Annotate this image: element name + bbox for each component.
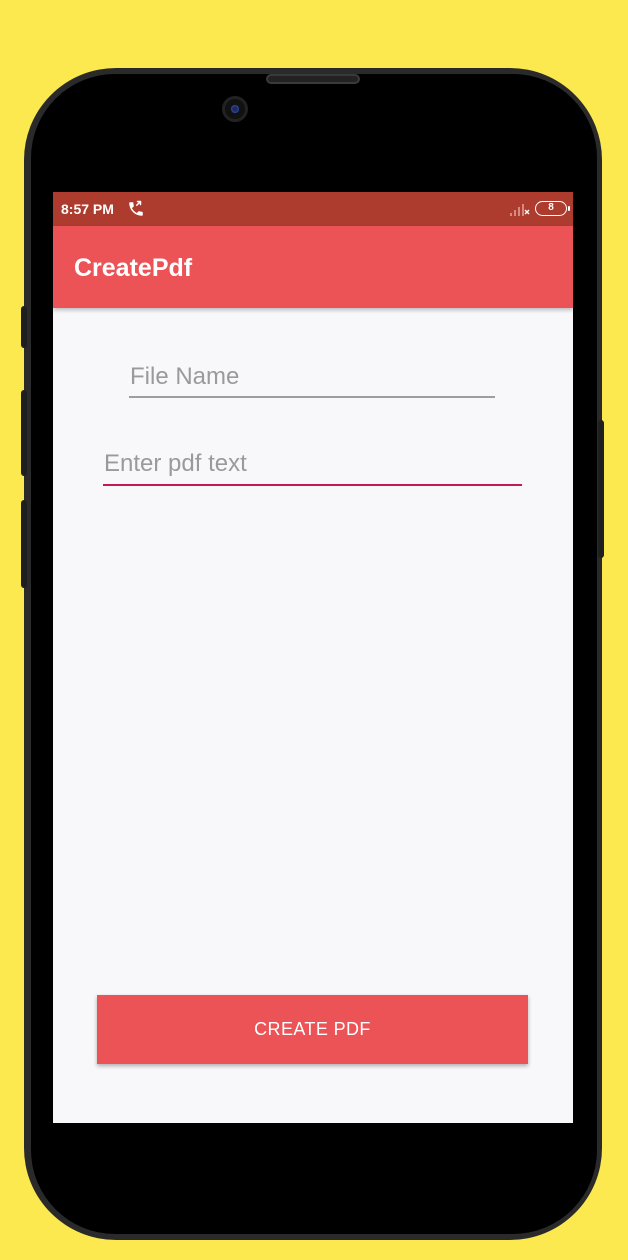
status-bar: 8:57 PM 8 [53,192,573,226]
phone-screen: 8:57 PM 8 CreatePdf CREATE PDF [53,192,573,1123]
phone-volume-down-button [21,500,27,588]
app-title: CreatePdf [74,254,193,282]
app-bar: CreatePdf [53,226,573,308]
phone-side-button [21,306,27,348]
phone-volume-up-button [21,390,27,476]
phone-speaker [266,74,360,84]
pdf-text-input[interactable] [103,444,522,486]
front-camera-icon [222,96,248,122]
status-time: 8:57 PM [61,201,114,217]
create-pdf-button[interactable]: CREATE PDF [97,995,528,1064]
phone-forward-icon [129,200,143,216]
file-name-input[interactable] [129,358,495,398]
phone-power-button [598,420,604,558]
signal-icon [510,204,530,216]
battery-icon: 8 [535,201,570,216]
